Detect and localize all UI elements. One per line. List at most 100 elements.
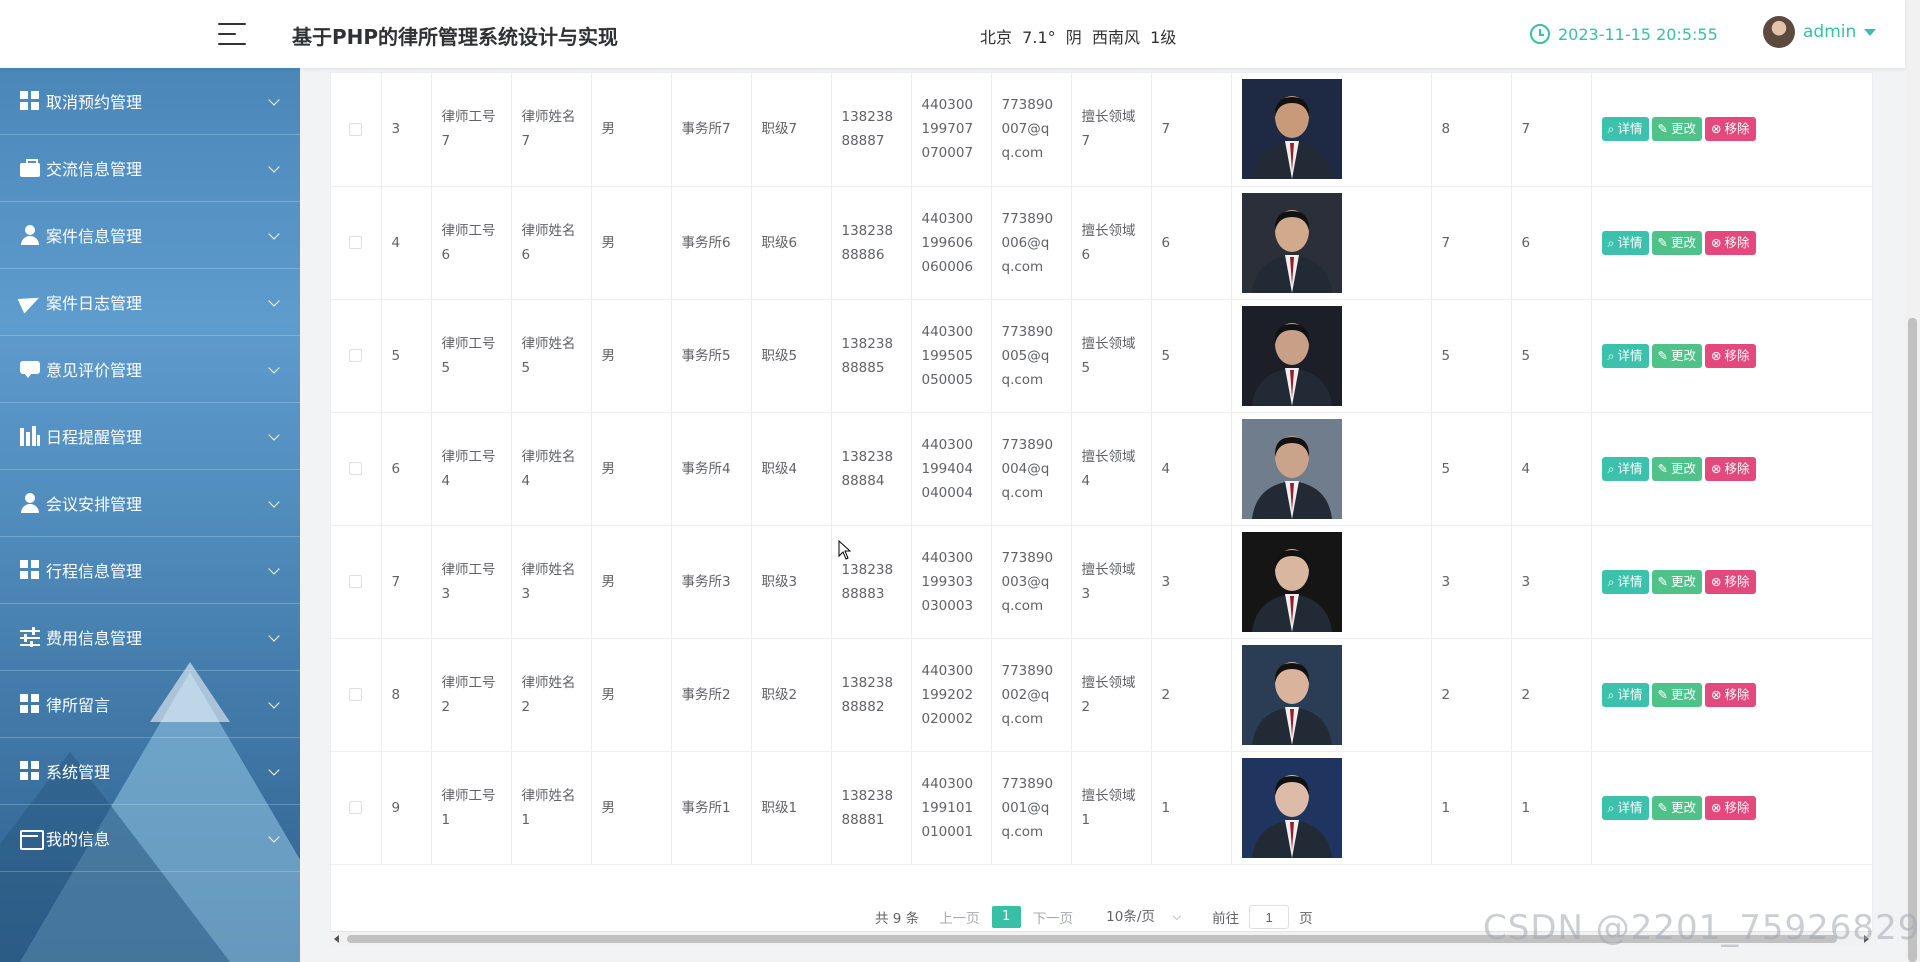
chevron-down-icon	[1864, 28, 1877, 36]
row-checkbox[interactable]	[349, 688, 363, 701]
detail-label: 详情	[1617, 234, 1643, 250]
pencil-icon: ✎	[1657, 347, 1669, 363]
delete-button[interactable]: ⊗ 移除	[1705, 343, 1756, 368]
detail-button[interactable]: ⌕ 详情	[1601, 795, 1649, 820]
scroll-left-icon[interactable]	[334, 935, 339, 943]
sidebar-item-1[interactable]: 交流信息管理	[0, 135, 300, 202]
cell-firm: 事务所7	[671, 73, 752, 187]
detail-button[interactable]: ⌕ 详情	[1601, 569, 1649, 594]
sidebar-item-4[interactable]: 意见评价管理	[0, 336, 300, 403]
row-select-cell[interactable]	[331, 638, 382, 752]
actions-cell: ⌕ 详情 ✎ 更改 ⊗ 移除	[1591, 751, 1872, 865]
pencil-icon: ✎	[1657, 234, 1669, 250]
row-select-cell[interactable]	[331, 299, 382, 413]
search-icon: ⌕	[1607, 686, 1615, 702]
edit-button[interactable]: ✎ 更改	[1651, 795, 1703, 820]
actions-cell: ⌕ 详情 ✎ 更改 ⊗ 移除	[1591, 299, 1872, 413]
sidebar-item-0[interactable]: 取消预约管理	[0, 68, 300, 135]
detail-button[interactable]: ⌕ 详情	[1601, 343, 1649, 368]
page-number-current[interactable]: 1	[991, 906, 1021, 928]
actions-cell: ⌕ 详情 ✎ 更改 ⊗ 移除	[1591, 412, 1872, 526]
cell-col-b: 3	[1431, 525, 1512, 639]
search-icon: ⌕	[1607, 121, 1615, 137]
delete-label: 移除	[1724, 347, 1750, 363]
remove-circle-icon: ⊗	[1711, 686, 1722, 702]
photo-cell	[1231, 412, 1432, 526]
cell-email: 773890006@qq.com	[991, 186, 1072, 300]
goto-page-input[interactable]	[1249, 905, 1290, 929]
row-checkbox[interactable]	[349, 462, 363, 475]
cell-gender: 男	[591, 751, 672, 865]
cell-gender: 男	[591, 638, 672, 752]
cell-name: 律师姓名3	[511, 525, 592, 639]
row-checkbox[interactable]	[349, 122, 363, 136]
sidebar-item-9[interactable]: 律所留言	[0, 671, 300, 738]
cell-email: 773890004@qq.com	[991, 412, 1072, 526]
remove-circle-icon: ⊗	[1711, 460, 1722, 476]
row-checkbox[interactable]	[349, 349, 363, 362]
photo-cell	[1231, 525, 1432, 639]
sidebar-item-7[interactable]: 行程信息管理	[0, 537, 300, 604]
delete-button[interactable]: ⊗ 移除	[1705, 569, 1756, 594]
cell-id-card: 440300199202020002	[911, 638, 992, 752]
table-row: 5 律师工号5 律师姓名5 男事务所5 职级5 13823888885 4403001995…	[331, 299, 1872, 413]
cell-email: 773890001@qq.com	[991, 751, 1072, 865]
sidebar-item-8[interactable]: 费用信息管理	[0, 604, 300, 671]
actions-cell: ⌕ 详情 ✎ 更改 ⊗ 移除	[1591, 525, 1872, 639]
cell-col-a: 7	[1151, 73, 1232, 187]
cell-col-b: 5	[1431, 412, 1512, 526]
grid-icon	[20, 91, 40, 111]
delete-button[interactable]: ⊗ 移除	[1705, 117, 1756, 142]
cell-job-no: 律师工号2	[431, 638, 512, 752]
delete-button[interactable]: ⊗ 移除	[1705, 230, 1756, 255]
row-checkbox[interactable]	[349, 236, 363, 249]
cell-rank: 职级7	[751, 73, 832, 187]
sidebar-item-2[interactable]: 案件信息管理	[0, 202, 300, 269]
detail-button[interactable]: ⌕ 详情	[1601, 456, 1649, 481]
detail-button[interactable]: ⌕ 详情	[1601, 117, 1649, 142]
delete-button[interactable]: ⊗ 移除	[1705, 795, 1756, 820]
user-menu[interactable]: admin	[1763, 16, 1877, 48]
row-select-cell[interactable]	[331, 186, 382, 300]
edit-button[interactable]: ✎ 更改	[1651, 569, 1703, 594]
page-size-label: 10条/页	[1106, 909, 1155, 925]
sidebar-item-label: 案件日志管理	[46, 294, 143, 313]
cell-name: 律师姓名1	[511, 751, 592, 865]
row-checkbox[interactable]	[349, 801, 363, 814]
delete-button[interactable]: ⊗ 移除	[1705, 456, 1756, 481]
sidebar-item-10[interactable]: 系统管理	[0, 738, 300, 805]
prev-page-button[interactable]: 上一页	[939, 907, 980, 927]
cell-col-a: 4	[1151, 412, 1232, 526]
cell-firm: 事务所3	[671, 525, 752, 639]
table-row: 9 律师工号1 律师姓名1 男事务所1 职级1 13823888881 4403001991…	[331, 751, 1872, 865]
row-select-cell[interactable]	[331, 751, 382, 865]
menu-toggle-icon[interactable]	[218, 23, 246, 45]
edit-button[interactable]: ✎ 更改	[1651, 682, 1703, 707]
row-select-cell[interactable]	[331, 412, 382, 526]
edit-button[interactable]: ✎ 更改	[1651, 343, 1703, 368]
sidebar-item-label: 日程提醒管理	[46, 428, 143, 447]
sidebar-item-11[interactable]: 我的信息	[0, 805, 300, 872]
page-size-select[interactable]: 10条/页	[1106, 905, 1190, 929]
cell-field: 擅长领域4	[1071, 412, 1152, 526]
next-page-button[interactable]: 下一页	[1033, 907, 1074, 927]
row-index: 9	[381, 751, 432, 865]
row-checkbox[interactable]	[349, 575, 363, 588]
remove-circle-icon: ⊗	[1711, 121, 1722, 137]
delete-button[interactable]: ⊗ 移除	[1705, 682, 1756, 707]
sidebar-item-3[interactable]: 案件日志管理	[0, 269, 300, 336]
edit-button[interactable]: ✎ 更改	[1651, 230, 1703, 255]
edit-button[interactable]: ✎ 更改	[1651, 117, 1703, 142]
edit-button[interactable]: ✎ 更改	[1651, 456, 1703, 481]
detail-button[interactable]: ⌕ 详情	[1601, 682, 1649, 707]
weather-info: 北京 7.1° 阴 西南风 1级	[980, 28, 1177, 47]
sidebar-item-6[interactable]: 会议安排管理	[0, 470, 300, 537]
row-select-cell[interactable]	[331, 525, 382, 639]
scrollbar-thumb[interactable]	[1908, 318, 1917, 962]
grid-icon	[20, 560, 40, 580]
cell-email: 773890007@qq.com	[991, 73, 1072, 187]
detail-button[interactable]: ⌕ 详情	[1601, 230, 1649, 255]
sidebar-item-5[interactable]: 日程提醒管理	[0, 403, 300, 470]
row-select-cell[interactable]	[331, 73, 382, 187]
vertical-scrollbar[interactable]	[1905, 0, 1920, 962]
